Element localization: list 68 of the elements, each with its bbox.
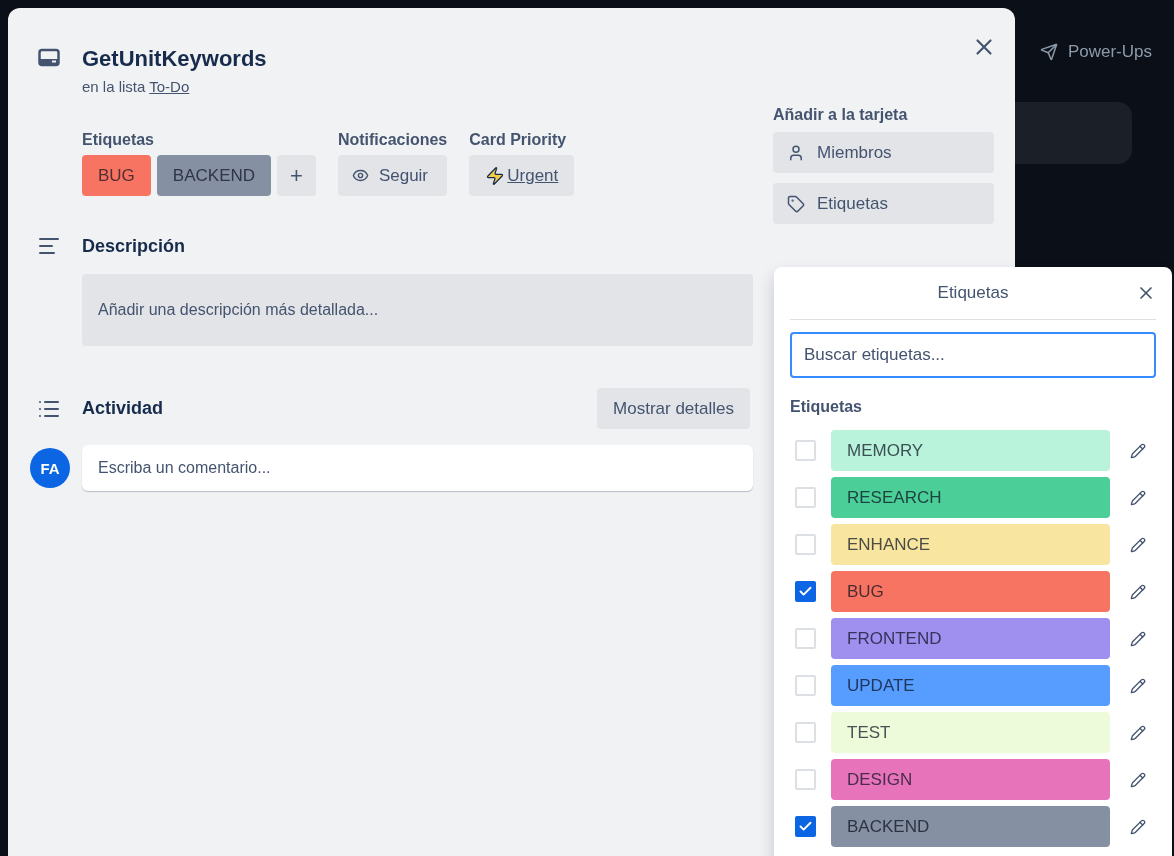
- pencil-icon: [1130, 630, 1146, 647]
- sidebar-heading: Añadir a la tarjeta: [773, 106, 909, 124]
- person-icon: [787, 143, 805, 162]
- section-title: Actividad: [82, 398, 165, 419]
- list-link[interactable]: To-Do: [149, 78, 190, 95]
- priority-button[interactable]: Urgent: [469, 155, 575, 196]
- pencil-icon: [1130, 724, 1146, 741]
- pencil-icon: [1130, 583, 1146, 600]
- check-icon: [798, 819, 813, 834]
- eye-icon: [351, 167, 369, 184]
- edit-button[interactable]: [1130, 677, 1146, 694]
- label-chip[interactable]: TEST: [831, 712, 1110, 753]
- checkbox[interactable]: [795, 769, 816, 790]
- checkbox[interactable]: [795, 628, 816, 649]
- label-chip[interactable]: BUG: [82, 155, 151, 196]
- user-avatar: FA: [30, 448, 70, 488]
- description-field[interactable]: Añadir una descripción más detallada...: [82, 274, 753, 346]
- pencil-icon: [1130, 771, 1146, 788]
- edit-button[interactable]: [1130, 724, 1146, 741]
- edit-button[interactable]: [1130, 583, 1146, 600]
- lightning-icon: [485, 165, 506, 186]
- power-ups-link[interactable]: Power-Ups: [1039, 42, 1152, 62]
- pencil-icon: [1130, 442, 1146, 459]
- popover-title: Etiquetas: [937, 283, 1009, 303]
- check-icon: [798, 584, 813, 599]
- label-chip[interactable]: FRONTEND: [831, 618, 1110, 659]
- checkbox[interactable]: [795, 581, 816, 602]
- checkbox[interactable]: [795, 440, 816, 461]
- label-chip[interactable]: BACKEND: [156, 155, 272, 196]
- sidebar-button[interactable]: Etiquetas: [773, 183, 994, 224]
- label-chip[interactable]: UPDATE: [831, 665, 1110, 706]
- label-chip[interactable]: BUG: [831, 571, 1110, 612]
- show-details-button[interactable]: Mostrar detalles: [597, 388, 750, 429]
- section-label: Etiquetas: [790, 398, 863, 416]
- edit-button[interactable]: [1130, 630, 1146, 647]
- section-label: Card Priority: [469, 131, 568, 149]
- edit-button[interactable]: [1130, 818, 1146, 835]
- label-chip[interactable]: BACKEND: [831, 806, 1110, 847]
- edit-button[interactable]: [1130, 489, 1146, 506]
- section-label: Notificaciones: [337, 131, 448, 149]
- comment-field[interactable]: Escriba un comentario...: [82, 445, 753, 491]
- section-title: Descripción: [82, 235, 187, 257]
- paper-plane-icon: [1039, 43, 1058, 61]
- checkbox[interactable]: [795, 534, 816, 555]
- follow-button[interactable]: Seguir: [337, 155, 448, 196]
- pencil-icon: [1130, 677, 1146, 694]
- pencil-icon: [1130, 536, 1146, 553]
- add-label-button[interactable]: +: [277, 155, 316, 196]
- card-title: GetUnitKeywords: [82, 45, 267, 73]
- list-caption: en la lista To-Do: [82, 78, 191, 95]
- pencil-icon: [1130, 818, 1146, 835]
- section-label: Etiquetas: [82, 131, 155, 149]
- search-field[interactable]: Buscar etiquetas...: [790, 332, 1156, 378]
- edit-button[interactable]: [1130, 442, 1146, 459]
- tag-icon: [787, 194, 805, 213]
- edit-button[interactable]: [1130, 536, 1146, 553]
- label-chip[interactable]: DESIGN: [831, 759, 1110, 800]
- checkbox[interactable]: [795, 675, 816, 696]
- pencil-icon: [1130, 489, 1146, 506]
- sidebar-button[interactable]: Miembros: [773, 132, 994, 173]
- checkbox[interactable]: [795, 487, 816, 508]
- edit-button[interactable]: [1130, 771, 1146, 788]
- card-icon: [38, 48, 60, 68]
- checkbox[interactable]: [795, 816, 816, 837]
- label-chip[interactable]: ENHANCE: [831, 524, 1110, 565]
- checkbox[interactable]: [795, 722, 816, 743]
- label-chip[interactable]: RESEARCH: [831, 477, 1110, 518]
- label-chip[interactable]: MEMORY: [831, 430, 1110, 471]
